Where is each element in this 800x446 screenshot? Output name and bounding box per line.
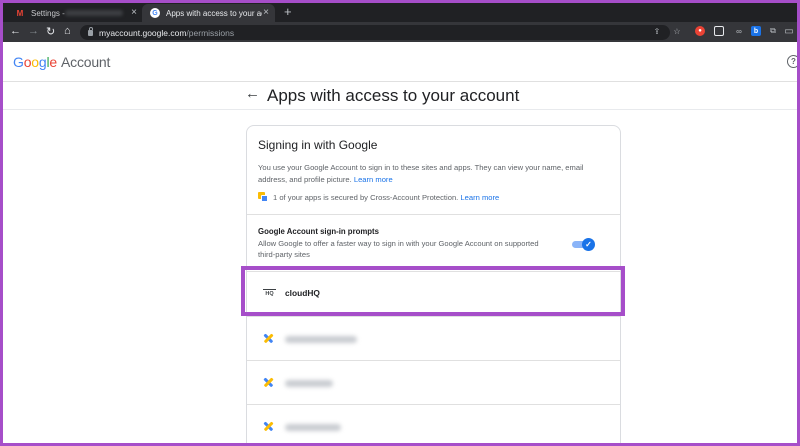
pinwheel-icon	[262, 332, 274, 344]
forward-icon[interactable]: →	[28, 25, 39, 37]
app-row[interactable]	[247, 361, 620, 405]
sign-in-prompts-description: Allow Google to offer a faster way to si…	[258, 239, 539, 259]
divider	[247, 214, 620, 215]
pinwheel-icon	[262, 376, 274, 388]
logo-letter: e	[49, 54, 57, 70]
close-tab-icon[interactable]: ×	[131, 7, 137, 18]
account-header: Google Account ?	[3, 42, 797, 82]
app-row-cloudhq[interactable]: HQ cloudHQ	[247, 272, 620, 316]
extension-blue-icon[interactable]: b	[751, 26, 761, 36]
extension-red-icon[interactable]: ●	[695, 26, 705, 36]
share-icon[interactable]: ⇪	[652, 26, 662, 36]
cross-account-protection-icon	[258, 192, 268, 202]
app-name: cloudHQ	[285, 288, 320, 298]
cloudhq-logo-icon: HQ	[263, 289, 276, 297]
tab-settings[interactable]: M Settings - ×	[7, 4, 143, 22]
redacted-text	[65, 10, 123, 16]
back-arrow-icon[interactable]: ←	[245, 85, 260, 102]
tab-apps-access[interactable]: G Apps with access to your account ×	[142, 4, 275, 22]
checkmark-icon: ✓	[582, 238, 595, 251]
reload-icon[interactable]: ↻	[46, 25, 55, 38]
extensions-puzzle-icon[interactable]: ⧉	[768, 26, 778, 36]
bookmark-star-icon[interactable]: ☆	[672, 26, 682, 36]
app-row[interactable]	[247, 317, 620, 361]
learn-more-link[interactable]: Learn more	[354, 175, 393, 184]
card-description-text: You use your Google Account to sign in t…	[258, 163, 584, 184]
logo-letter: o	[31, 54, 39, 70]
redacted-app-name	[285, 424, 341, 431]
gmail-icon: M	[16, 8, 24, 18]
card-description: You use your Google Account to sign in t…	[258, 162, 613, 186]
redacted-app-name	[285, 380, 333, 387]
browser-toolbar: ← → ↻ ⌂ myaccount.google.com /permission…	[3, 22, 797, 42]
google-account-logo[interactable]: Google Account	[13, 54, 110, 70]
url-host: myaccount.google.com	[99, 27, 187, 38]
new-tab-button[interactable]: +	[284, 4, 292, 19]
back-icon[interactable]: ←	[10, 25, 21, 37]
app-row[interactable]	[247, 405, 620, 443]
tab-label: Settings -	[31, 8, 65, 18]
logo-suffix: Account	[61, 54, 111, 70]
tab-label: Apps with access to your account	[166, 8, 262, 18]
page-header: ← Apps with access to your account	[3, 82, 797, 110]
cross-account-protection-row: 1 of your apps is secured by Cross-Accou…	[258, 192, 499, 202]
tab-strip: M Settings - × G Apps with access to you…	[3, 3, 797, 22]
sign-in-prompts-title: Google Account sign-in prompts	[258, 227, 379, 236]
logo-letter: G	[13, 54, 24, 70]
pocket-icon[interactable]	[714, 26, 724, 36]
redacted-app-name	[285, 336, 357, 343]
extension-glasses-icon[interactable]: ∞	[734, 26, 744, 36]
url-path: /permissions	[186, 27, 235, 38]
address-bar[interactable]: myaccount.google.com /permissions	[80, 25, 670, 40]
cap-text: 1 of your apps is secured by Cross-Accou…	[273, 192, 459, 202]
page-title: Apps with access to your account	[267, 86, 520, 105]
cap-learn-more-link[interactable]: Learn more	[460, 193, 499, 202]
pinwheel-icon	[262, 420, 274, 432]
lock-icon	[88, 26, 93, 36]
browser-menu-icon[interactable]: ▭	[784, 26, 794, 37]
google-icon: G	[150, 8, 160, 18]
home-icon[interactable]: ⌂	[64, 25, 71, 37]
close-tab-icon[interactable]: ×	[263, 7, 269, 18]
signing-in-with-google-card: Signing in with Google You use your Goog…	[246, 125, 621, 443]
sign-in-prompts-toggle[interactable]: ✓	[572, 238, 595, 251]
card-title: Signing in with Google	[258, 138, 378, 152]
help-icon[interactable]: ?	[787, 55, 797, 68]
browser-window: M Settings - × G Apps with access to you…	[3, 3, 797, 443]
